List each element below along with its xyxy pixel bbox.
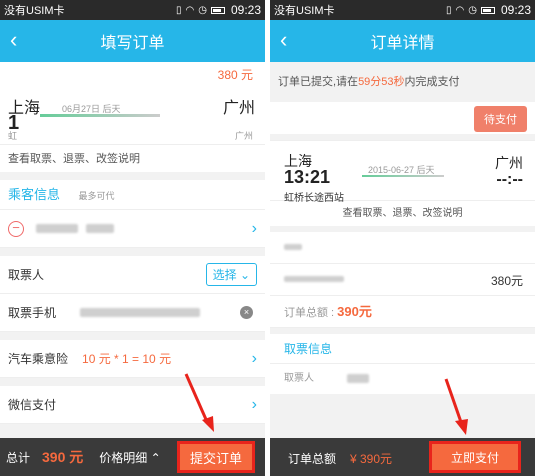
clock-text: 09:23 (500, 3, 531, 17)
passenger-name-blurred (284, 244, 302, 250)
payment-bottom-bar: 订单总额 ¥ 390元 立即支付 (270, 438, 535, 476)
title-bar: ‹ 订单详情 (270, 20, 535, 62)
phone-row[interactable]: 取票手机 × (0, 294, 265, 332)
passenger-name-blurred (36, 224, 78, 233)
passenger-block: 380元 (270, 232, 535, 296)
status-bar: 没有USIM卡 ▯ ◠ ◷ 09:23 (0, 0, 265, 20)
vibrate-icon: ▯ (175, 4, 182, 16)
passenger-id-blurred (284, 276, 344, 282)
ticket-taker-label: 取票人 (8, 268, 45, 282)
passenger-heading: 乘客信息 (8, 187, 61, 202)
ticket-rules-link[interactable]: 查看取票、退票、改签说明 (0, 144, 265, 172)
battery-icon (210, 6, 225, 14)
origin-station: 虹桥长途西站 (284, 193, 344, 204)
ticket-taker-label: 取票人 (284, 373, 314, 384)
page-title: 订单详情 (370, 35, 435, 52)
phone-number-blurred (80, 308, 201, 317)
total-amount: 390 元 (42, 449, 84, 465)
destination-city: 广州 (495, 155, 523, 171)
arrival-time: --:-- (496, 171, 523, 188)
passenger-row[interactable]: − › (0, 210, 265, 248)
chevron-right-icon: › (251, 395, 257, 413)
order-bottom-bar: 总计 390 元 价格明细 ⌃ 提交订单 (0, 438, 265, 476)
bottom-total-amount: ¥ 390元 (350, 452, 393, 466)
vibrate-icon: ▯ (445, 4, 452, 16)
destination-station: 广州 (234, 131, 253, 141)
pay-now-button[interactable]: 立即支付 (429, 441, 521, 473)
choose-taker-button[interactable]: 选择 ⌄ (205, 263, 257, 286)
left-screen: 没有USIM卡 ▯ ◠ ◷ 09:23 ‹ 填写订单 380 元 上海 06月2… (0, 0, 265, 476)
back-arrow-icon[interactable]: ‹ (10, 29, 34, 53)
wifi-icon: ◠ (455, 4, 465, 16)
wifi-icon: ◠ (185, 4, 195, 16)
alarm-icon: ◷ (468, 4, 477, 16)
passenger-hint: 最多可代 (78, 191, 115, 201)
page-title: 填写订单 (100, 35, 165, 52)
origin-station: 虹 (8, 131, 18, 141)
insurance-row[interactable]: 汽车乘意险 10 元 * 1 = 10 元 › (0, 340, 265, 378)
order-total-row: 订单总额 : 390元 (270, 296, 535, 328)
title-bar: ‹ 填写订单 (0, 20, 265, 62)
bottom-total-label: 订单总额 (288, 452, 337, 466)
route-card: 上海 13:21 虹桥长途西站 2015-06-27 后天 广州 --:-- (270, 140, 535, 204)
chevron-right-icon: › (251, 219, 257, 237)
status-badge: 待支付 (474, 106, 527, 132)
clock-text: 09:23 (230, 3, 261, 17)
annotation-arrow-icon (184, 373, 214, 432)
route-line (40, 114, 160, 117)
insurance-value: 10 元 * 1 = 10 元 (82, 352, 172, 366)
submit-order-button[interactable]: 提交订单 (177, 441, 255, 473)
remove-passenger-icon[interactable]: − (8, 220, 24, 237)
ticket-taker-row: 取票人 选择 ⌄ (0, 256, 265, 294)
phone-label: 取票手机 (8, 306, 57, 320)
passenger-section-header: 乘客信息 最多可代 (0, 180, 265, 210)
alarm-icon: ◷ (198, 4, 207, 16)
ticket-info-heading: 取票信息 (270, 334, 535, 364)
price-display: 380 元 (0, 62, 265, 88)
total-label: 总计 (6, 450, 31, 465)
departure-time: 13:21 (284, 167, 331, 187)
ticket-price: 380元 (490, 274, 523, 288)
carrier-text: 没有USIM卡 (274, 5, 335, 17)
ticket-taker-row: 取票人 (270, 364, 535, 394)
annotation-arrow-icon (444, 378, 468, 435)
right-screen: 没有USIM卡 ▯ ◠ ◷ 09:23 ‹ 订单详情 订单已提交,请在59分53… (270, 0, 535, 476)
order-status-row: 待支付 (270, 102, 535, 134)
price-detail-toggle[interactable]: 价格明细 ⌃ (99, 449, 160, 466)
clear-icon[interactable]: × (240, 306, 253, 319)
ticket-taker-blurred (346, 373, 369, 383)
ticket-price-line: 380元 (270, 264, 535, 296)
destination-city: 广州 (222, 100, 255, 117)
battery-icon (480, 6, 495, 14)
insurance-label: 汽车乘意险 (8, 352, 69, 366)
order-total-value: 390元 (337, 304, 372, 319)
carrier-text: 没有USIM卡 (4, 5, 65, 17)
payment-deadline-notice: 订单已提交,请在59分53秒内完成支付 (270, 62, 535, 102)
passenger-id-blurred (86, 224, 114, 233)
countdown-timer: 59分53秒 (358, 76, 405, 88)
passenger-line (270, 232, 535, 264)
status-bar: 没有USIM卡 ▯ ◠ ◷ 09:23 (270, 0, 535, 20)
back-arrow-icon[interactable]: ‹ (280, 29, 304, 53)
payment-method-row[interactable]: 微信支付 › (0, 386, 265, 424)
order-total-label: 订单总额 : (284, 307, 338, 319)
payment-label: 微信支付 (8, 398, 57, 412)
route-line (362, 175, 444, 177)
route-card: 上海 06月27日 后天 广州 1 虹 广州 (0, 88, 265, 144)
chevron-right-icon: › (251, 349, 257, 367)
